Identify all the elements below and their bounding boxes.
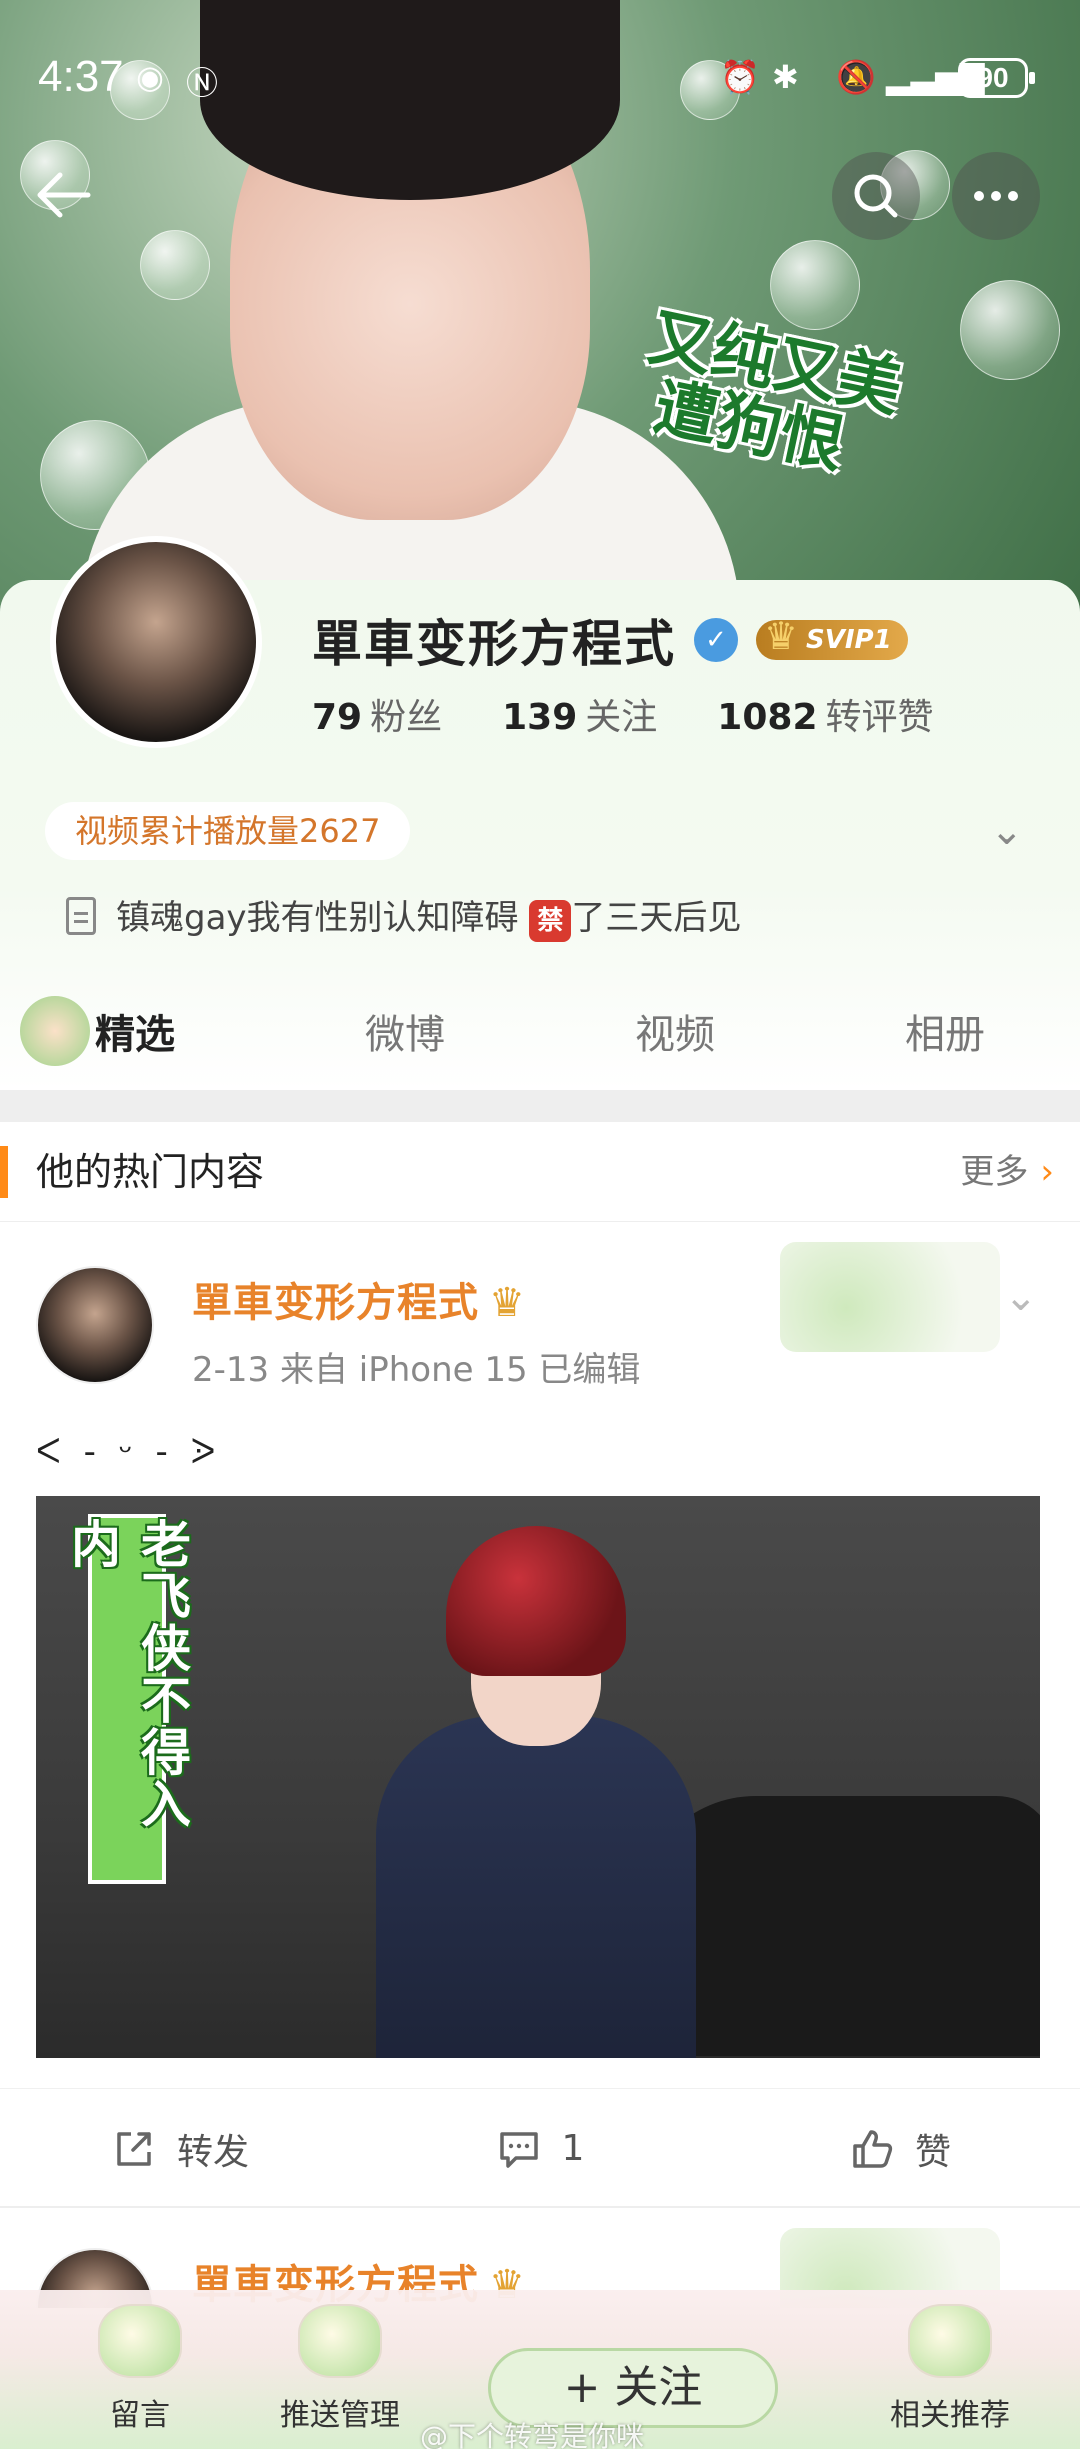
section-accent-bar [0,1146,8,1198]
repost-label: 转发 [176,2131,249,2173]
tab-label: 微博 [365,1012,445,1058]
tab-video[interactable]: 视频 [540,980,810,1090]
related-label: 相关推荐 [890,2398,1010,2433]
back-arrow-icon[interactable] [30,160,110,240]
weibo-notification-icon: ◉ [136,59,164,95]
profile-stats: 79 粉丝 139 关注 1082 转评赞 [312,688,934,740]
hot-content-header: 他的热门内容 更多 › [0,1122,1080,1222]
section-divider [0,1090,1080,1122]
watermark: @下个转弯是你咪 [420,2420,645,2449]
image-person [376,1526,696,2058]
tab-label: 视频 [635,1012,715,1058]
profile-bio: 镇魂gay我有性别认知障碍 禁了三天后见 [66,890,741,942]
post-image[interactable]: 老飞侠不得入内 [36,1496,1040,2058]
post-header: 單車变形方程式 ♛ 2-13 来自 iPhone 15 已编辑 ⌄ [0,1222,1080,1412]
crown-icon: ♛ [489,1280,526,1326]
stat-interactions[interactable]: 1082 转评赞 [717,688,933,740]
post-meta: 2-13 来自 iPhone 15 已编辑 [192,1350,641,1390]
bio-text-end: 了三天后见 [571,898,742,938]
mute-icon: 🔕 [836,59,876,95]
ban-emoji-icon: 禁 [529,900,572,942]
message-sticker-icon [98,2304,182,2378]
bio-text-start: 镇魂gay我有性别认知障碍 [116,898,519,938]
repost-icon [117,2131,151,2166]
comment-icon [499,2131,538,2168]
push-sticker-icon [298,2304,382,2378]
avatar[interactable] [50,536,262,748]
post-author-name: 單車变形方程式 [192,1280,479,1326]
chevron-down-icon[interactable]: ⌄ [1004,1274,1038,1320]
bubble-decoration [140,230,210,300]
tab-album[interactable]: 相册 [810,980,1080,1090]
section-title: 他的热门内容 [36,1150,265,1194]
like-label: 赞 [914,2131,951,2173]
video-plays-badge[interactable]: 视频累计播放量2627 [45,802,411,860]
bottom-action-bar: 留言 推送管理 + 关注 相关推荐 @下个转弯是你咪 [0,2290,1080,2449]
verified-icon: ✓ [694,618,738,662]
tab-weibo[interactable]: 微博 [270,980,540,1090]
bubble-decoration [960,280,1060,380]
card-decoration-sticker [780,1242,1000,1352]
more-label: 更多 [960,1152,1029,1192]
more-dots-icon[interactable] [952,152,1040,240]
apple-sticker-icon [20,996,90,1066]
battery-indicator: 90 [958,58,1035,98]
search-icon[interactable] [832,152,920,240]
profile-name-row: 單車变形方程式 ✓ SVIP1 [312,610,908,673]
stat-label: 关注 [585,697,658,738]
search-glyph [854,174,898,218]
stat-following[interactable]: 139 关注 [502,688,657,740]
tab-label: 相册 [905,1012,985,1058]
bio-text: 镇魂gay我有性别认知障碍 禁了三天后见 [116,890,741,942]
nfc-icon: Ⓝ [186,65,219,101]
post-text: ᐸ - ᵕ - ᐷ [36,1432,222,1472]
stat-number: 79 [312,697,363,738]
back-arrow-glyph [37,172,91,218]
stat-number: 139 [502,697,578,738]
image-motorbike [636,1796,1040,2056]
like-icon [853,2129,893,2168]
stat-number: 1082 [717,697,818,738]
image-caption: 老飞侠不得入内 [63,1514,191,1884]
stat-followers[interactable]: 79 粉丝 [312,688,442,740]
bubble-decoration [770,240,860,330]
alarm-icon: ⏰ [720,59,760,95]
stat-label: 转评赞 [825,697,934,738]
profile-tabs: 精选 微博 视频 相册 [0,980,1080,1090]
repost-button[interactable]: 转发 [0,2089,360,2208]
more-link[interactable]: 更多 › [960,1122,1054,1222]
push-label: 推送管理 [280,2398,400,2433]
clock: 4:37 [38,52,124,101]
like-button[interactable]: 赞 [720,2089,1080,2208]
more-dots-glyph [974,191,1018,201]
message-button[interactable]: 留言 [50,2290,230,2449]
profile-name: 單車变形方程式 [312,615,676,673]
status-bar: 4:37 ◉ Ⓝ ⏰ ✱ 🔕 ▂▃▅▇ 90 [0,0,1080,150]
post-actions: 转发 1 赞 [0,2088,1080,2208]
image-caption-text: 老飞侠不得入内 [63,1518,191,1830]
recommend-sticker-icon [908,2304,992,2378]
bluetooth-icon: ✱ [772,59,799,95]
chevron-right-icon: › [1040,1152,1054,1192]
tab-featured[interactable]: 精选 [0,980,270,1090]
document-icon [66,897,96,935]
tab-label: 精选 [95,1012,175,1058]
post-avatar[interactable] [36,1266,154,1384]
push-management-button[interactable]: 推送管理 [250,2290,430,2449]
image-helmet [446,1526,626,1676]
comment-count: 1 [561,2128,585,2169]
chevron-down-icon[interactable]: ⌄ [990,808,1024,854]
image-jacket [376,1716,696,2058]
profile-card: 單車变形方程式 ✓ SVIP1 79粉丝 139关注 1082转评赞 视频累计播… [0,536,1080,1090]
stat-label: 粉丝 [370,697,443,738]
post-author[interactable]: 單車变形方程式 ♛ [192,1270,526,1328]
message-label: 留言 [110,2398,170,2433]
comment-button[interactable]: 1 [360,2089,720,2208]
related-recommend-button[interactable]: 相关推荐 [860,2290,1040,2449]
svip-badge[interactable]: SVIP1 [756,616,908,660]
